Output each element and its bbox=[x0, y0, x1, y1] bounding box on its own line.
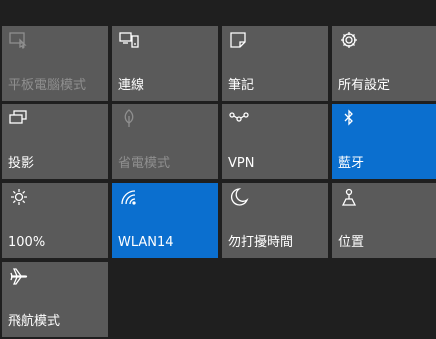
brightness-tile[interactable]: 100% bbox=[2, 183, 108, 258]
action-center-quick-actions: 平板電腦模式 連線 筆記 所有設定 投影 省電模式 VPN 藍牙 100% WL… bbox=[0, 0, 436, 339]
moon-icon bbox=[228, 187, 250, 207]
quiet-hours-tile[interactable]: 勿打擾時間 bbox=[222, 183, 328, 258]
tablet-mode-icon bbox=[8, 30, 30, 50]
bluetooth-icon bbox=[338, 108, 360, 128]
note-icon bbox=[228, 30, 250, 50]
project-icon bbox=[8, 108, 30, 128]
wifi-tile[interactable]: WLAN14 bbox=[112, 183, 218, 258]
location-label: 位置 bbox=[338, 235, 365, 250]
quiet-hours-label: 勿打擾時間 bbox=[228, 235, 294, 250]
tablet-mode-label: 平板電腦模式 bbox=[8, 78, 87, 93]
airplane-icon bbox=[8, 266, 30, 286]
connect-label: 連線 bbox=[118, 78, 145, 93]
gear-icon bbox=[338, 30, 360, 50]
note-label: 筆記 bbox=[228, 78, 255, 93]
location-tile[interactable]: 位置 bbox=[332, 183, 436, 258]
project-tile[interactable]: 投影 bbox=[2, 104, 108, 179]
battery-saver-icon bbox=[118, 108, 140, 128]
battery-saver-label: 省電模式 bbox=[118, 156, 171, 171]
vpn-icon bbox=[228, 108, 250, 128]
all-settings-tile[interactable]: 所有設定 bbox=[332, 26, 436, 101]
location-icon bbox=[338, 187, 360, 207]
bluetooth-label: 藍牙 bbox=[338, 156, 365, 171]
vpn-label: VPN bbox=[228, 156, 255, 171]
airplane-mode-label: 飛航模式 bbox=[8, 314, 61, 329]
project-label: 投影 bbox=[8, 156, 35, 171]
tablet-mode-tile[interactable]: 平板電腦模式 bbox=[2, 26, 108, 101]
connect-tile[interactable]: 連線 bbox=[112, 26, 218, 101]
battery-saver-tile[interactable]: 省電模式 bbox=[112, 104, 218, 179]
wifi-icon bbox=[118, 187, 140, 207]
vpn-tile[interactable]: VPN bbox=[222, 104, 328, 179]
all-settings-label: 所有設定 bbox=[338, 78, 391, 93]
note-tile[interactable]: 筆記 bbox=[222, 26, 328, 101]
brightness-icon bbox=[8, 187, 30, 207]
wifi-label: WLAN14 bbox=[118, 235, 174, 250]
airplane-mode-tile[interactable]: 飛航模式 bbox=[2, 262, 108, 337]
bluetooth-tile[interactable]: 藍牙 bbox=[332, 104, 436, 179]
connect-icon bbox=[118, 30, 140, 50]
brightness-label: 100% bbox=[8, 235, 46, 250]
